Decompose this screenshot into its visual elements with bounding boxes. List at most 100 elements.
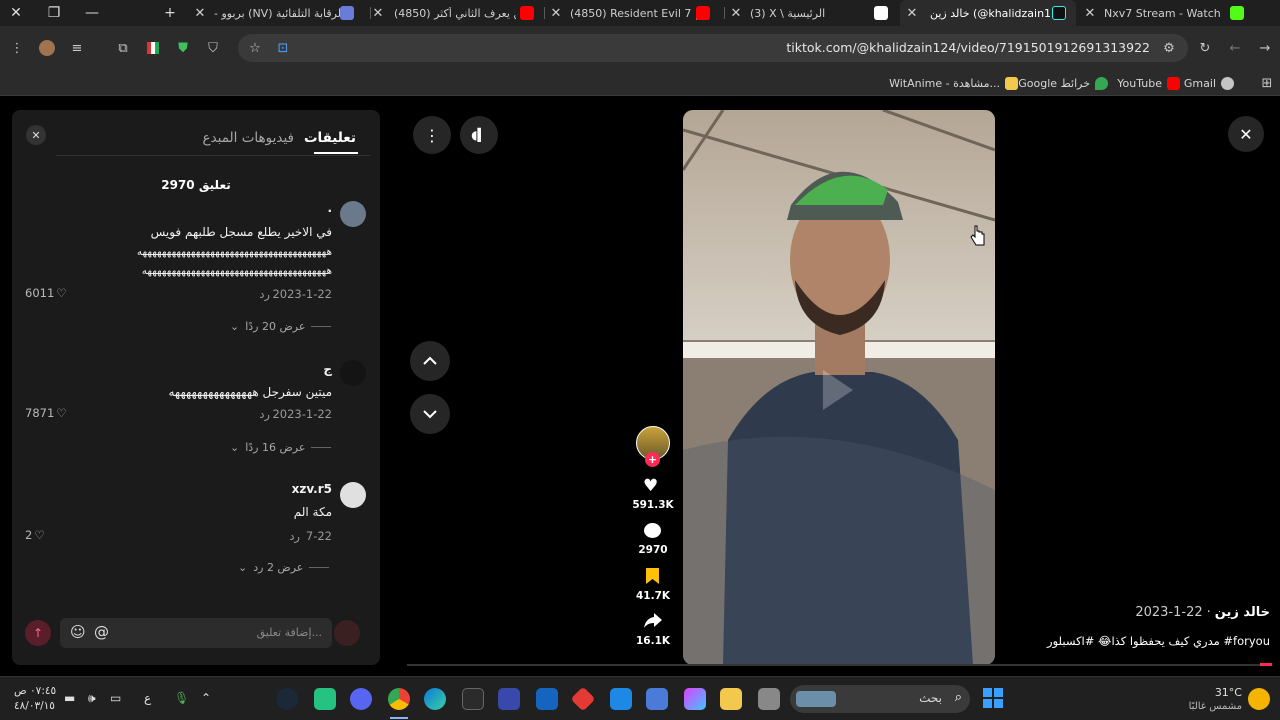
tab-creator-videos[interactable]: فيديوهات المبدع [203,130,294,146]
weather-sun-icon[interactable] [1248,688,1270,710]
bookmark-witanime[interactable]: WitAnime - مشاهدة... [889,74,1018,92]
epic-games-icon[interactable] [462,688,484,710]
author-name[interactable]: خالد زين [1215,605,1270,620]
clock-date[interactable]: ٤٨/٠٣/١٥ [14,700,55,712]
tab-3[interactable]: ✕ (4850) Resident Evil 7 | عائلة [544,0,724,26]
reply-link[interactable]: رد [259,287,270,301]
app-green-icon[interactable] [314,688,336,710]
file-explorer-icon[interactable] [720,688,742,710]
extensions-icon[interactable]: ⧉ [114,39,132,57]
share-arrow-icon[interactable] [644,613,662,628]
reply-link[interactable]: رد [259,407,270,421]
tab-close-icon[interactable]: ✕ [902,0,922,26]
tab-5-active[interactable]: ✕ خالد زين (@khalidzain124) [900,0,1076,26]
extension-flag-icon[interactable] [144,39,162,57]
install-app-icon[interactable]: ⊡ [274,39,292,57]
tab-comments[interactable]: تعليقات [304,130,356,146]
tab-2[interactable]: ✕ (4850) مين يعرف الثاني أكثر [364,0,544,26]
profile-avatar-icon[interactable] [38,39,56,57]
chrome-icon[interactable] [388,688,410,710]
bookmark-youtube[interactable]: YouTube [1117,74,1180,92]
tab-4[interactable]: ✕ (3) X \ الرئيسية [724,0,894,26]
app-diamond-icon[interactable] [570,686,596,712]
taskbar-app-icon[interactable] [758,688,780,710]
volume-icon[interactable]: ◖▍ [460,116,498,154]
more-options-icon[interactable]: ⋮ [413,116,451,154]
extension-shield-icon[interactable]: ⛊ [174,39,192,57]
avatar[interactable] [340,482,366,508]
reply-link[interactable]: رد [289,529,300,543]
view-replies[interactable]: ⌄ عرض 16 ردًا [230,441,332,454]
dropbox-icon[interactable] [536,688,558,710]
view-replies[interactable]: ⌄ عرض 20 ردًا [230,320,332,333]
tab-close-icon[interactable]: ✕ [368,0,388,26]
minimize-window-icon[interactable]: — [76,0,108,26]
comment-username[interactable]: xzv.r5 [292,482,332,496]
tiktok-favicon-icon [1052,6,1066,20]
omnibox[interactable]: ☆ ⊡ tiktok.com/@khalidzain124/video/7191… [238,34,1188,62]
comment-username[interactable]: . [327,201,332,215]
bookmark-icon[interactable] [646,568,659,584]
tab-close-icon[interactable]: ✕ [1080,0,1100,26]
site-settings-icon[interactable]: ⚙ [1160,39,1178,57]
app-icon[interactable] [498,688,520,710]
search-label: بحث [919,691,942,705]
view-replies[interactable]: ⌄ عرض 2 رد [238,561,330,574]
microphone-icon[interactable]: 🎙 [174,691,189,705]
close-video-button[interactable]: ✕ [1228,116,1264,152]
comment-input[interactable]: إضافة تعليق... [257,626,322,639]
like-button[interactable]: 2 ♡ [25,528,45,542]
mention-icon[interactable]: @ [94,623,109,641]
tray-chevron-up-icon[interactable]: ⌃ [201,691,211,705]
like-button[interactable]: 7871 ♡ [25,406,67,420]
edge-icon[interactable] [424,688,446,710]
avatar[interactable] [340,360,366,386]
follow-plus-icon[interactable]: + [645,452,660,467]
copilot-icon[interactable] [684,688,706,710]
video-player[interactable] [683,110,995,665]
new-tab-icon[interactable]: + [154,0,186,26]
previous-video-button[interactable] [410,341,450,381]
start-windows-icon[interactable] [982,687,1004,709]
reload-icon[interactable]: ↻ [1196,39,1214,57]
bookmark-gmail[interactable]: Gmail [1184,74,1234,92]
tab-close-icon[interactable]: ✕ [726,0,746,26]
close-window-icon[interactable]: ✕ [0,0,32,26]
comment-bubble-icon[interactable] [644,523,661,538]
volume-icon[interactable]: 🕪 [88,691,96,706]
restore-window-icon[interactable]: ❐ [38,0,70,26]
store-icon[interactable] [646,688,668,710]
clock-time[interactable]: ٠٧:٤٥ ص [14,685,56,697]
like-button[interactable]: 6011 ♡ [25,286,67,300]
network-icon[interactable]: ▭ [110,691,121,705]
weather-temp[interactable]: 31°C [1215,686,1242,699]
discord-icon[interactable] [350,688,372,710]
avatar[interactable] [340,201,366,227]
tab-close-icon[interactable]: ✕ [190,0,210,26]
emoji-icon[interactable]: ☺ [70,623,86,641]
comment-username[interactable]: ج [323,362,332,376]
apps-grid-icon[interactable]: ⊞ [1258,74,1276,92]
extension-guard-icon[interactable]: ⛉ [204,39,222,57]
bookmark-google-maps[interactable]: Google خرائط [1018,74,1108,92]
media-controls-icon[interactable]: ≡ [68,39,86,57]
bookmark-star-icon[interactable]: ☆ [246,39,264,57]
progress-track[interactable] [407,664,1272,666]
steam-icon[interactable] [276,688,298,710]
taskbar-search[interactable]: ⌕ بحث [790,685,970,713]
comment-input-box[interactable]: ☺ @ إضافة تعليق... [60,618,332,648]
heart-icon[interactable]: ♥ [643,476,658,496]
menu-kebab-icon[interactable]: ⋮ [8,39,26,57]
next-video-button[interactable] [410,394,450,434]
back-icon[interactable]: → [1256,39,1274,57]
tab-1[interactable]: ✕ - بربوو (NV) الرقابة التلقائية [188,0,368,26]
tab-close-icon[interactable]: ✕ [546,0,566,26]
close-panel-icon[interactable]: ✕ [26,125,46,145]
send-comment-button[interactable]: ↑ [25,620,51,646]
forward-icon[interactable]: ← [1226,39,1244,57]
language-indicator[interactable]: ع [144,691,151,705]
battery-icon[interactable]: ▬ [64,691,75,705]
outlook-icon[interactable] [610,688,632,710]
url-text[interactable]: tiktok.com/@khalidzain124/video/71915019… [786,40,1150,55]
tab-6[interactable]: ✕ Nxv7 Stream - Watch Live [1078,0,1250,26]
